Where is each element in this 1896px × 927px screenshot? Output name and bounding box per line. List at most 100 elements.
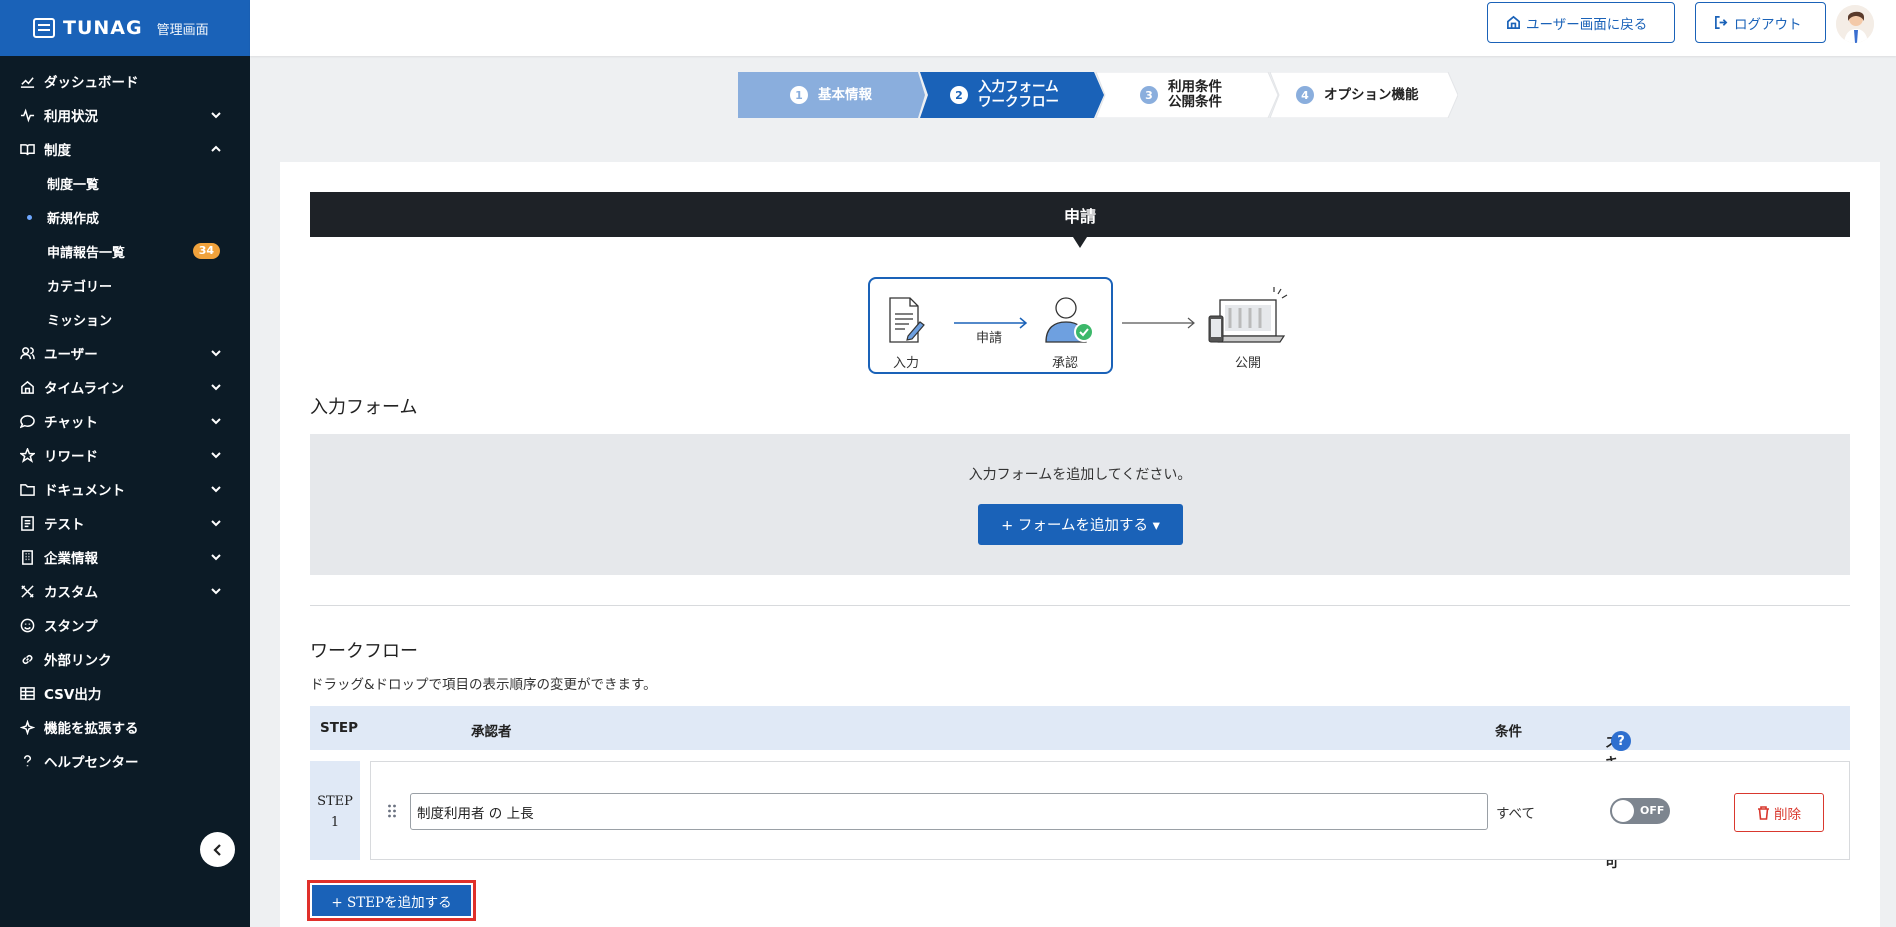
chevron-down-icon [210,483,222,495]
logout-icon [1715,16,1728,29]
count-badge: 34 [192,243,220,259]
delete-step-button[interactable]: 削除 [1734,793,1824,832]
brand-header[interactable]: TUNAG 管理画面 [0,0,250,56]
drag-handle-icon[interactable] [387,804,397,818]
brand-subtitle: 管理画面 [156,22,209,38]
step-4[interactable]: 4 オプション機能 [1296,72,1419,118]
sidebar-item-document[interactable]: ドキュメント [0,472,250,506]
sidebar-item-extend[interactable]: 機能を拡張する [0,710,250,744]
step-2[interactable]: 2 入力フォーム ワークフロー [950,72,1059,118]
step-wizard: 1 基本情報 2 入力フォーム ワークフロー 3 利用条件 公開条件 4 オプシ… [738,72,1458,118]
column-condition: 条件 [1495,724,1522,740]
sidebar-item-company[interactable]: 企業情報 [0,540,250,574]
add-step-button[interactable]: + STEPを追加する [312,885,471,916]
question-icon[interactable]: ? [1611,731,1631,751]
request-bar-pointer [1073,237,1087,248]
step-number-cell: STEP 1 [310,761,360,860]
chevron-down-icon [210,381,222,393]
sidebar-item-label: 利用状況 [44,109,98,125]
sidebar-subitem-label: カテゴリー [47,279,113,295]
input-form-area: 入力フォームを追加してください。 + フォームを追加する ▾ [310,434,1850,575]
sidebar-subitem-label: 制度一覧 [47,177,100,193]
sidebar-item-custom[interactable]: カスタム [0,574,250,608]
sidebar-subitem-reports[interactable]: 申請報告一覧 34 [0,234,250,268]
workflow-title: ワークフロー [310,641,418,662]
condition-value: すべて [1496,806,1536,822]
star-icon [19,447,35,463]
chevron-down-icon [210,347,222,359]
input-form-title: 入力フォーム [310,397,418,418]
custom-icon [19,583,35,599]
sidebar-subitem-mission[interactable]: ミッション [0,302,250,336]
step-label-line2: ワークフロー [978,94,1059,110]
flow-approve-label: 承認 [1052,356,1079,371]
sidebar-item-label: スタンプ [44,619,98,635]
building-icon [19,549,35,565]
book-icon [19,141,35,157]
sidebar-subitem-new[interactable]: 新規作成 [0,200,250,234]
home-icon [1507,15,1520,29]
sidebar-subitem-label: 新規作成 [47,211,100,227]
step-number: 3 [1140,86,1158,104]
sidebar-item-label: リワード [44,449,98,465]
step-label: オプション機能 [1324,86,1419,103]
chevron-down-icon [210,585,222,597]
step-3[interactable]: 3 利用条件 公開条件 [1140,72,1222,118]
workflow-table-header: STEP 承認者 条件 スキップの許可? [310,706,1850,871]
step-number: 2 [950,86,968,104]
sidebar-item-usage[interactable]: 利用状況 [0,98,250,132]
table-icon [19,685,35,701]
sidebar-item-label: カスタム [44,585,98,601]
sidebar-item-timeline[interactable]: タイムライン [0,370,250,404]
arrow-right-icon [1122,317,1195,329]
sidebar-item-label: ヘルプセンター [44,755,139,771]
sidebar-nav: ダッシュボード 利用状況 制度 制度一覧 新規作成 申請報告一覧 34 カテゴリ… [0,56,250,778]
sidebar-item-chat[interactable]: チャット [0,404,250,438]
column-approver: 承認者 [471,724,512,740]
sidebar-item-label: ユーザー [44,347,98,363]
chevron-down-icon [210,449,222,461]
approver-select[interactable]: 制度利用者 の 上長 [410,793,1488,830]
sidebar-item-label: ダッシュボード [44,75,139,91]
chevron-down-icon [210,109,222,121]
sidebar-collapse-button[interactable] [200,832,235,867]
input-form-message: 入力フォームを追加してください。 [968,467,1192,483]
step-1[interactable]: 1 基本情報 [790,72,872,118]
sidebar-item-stamp[interactable]: スタンプ [0,608,250,642]
sidebar-item-users[interactable]: ユーザー [0,336,250,370]
smile-icon [19,617,35,633]
chevron-up-icon [210,143,222,155]
workflow-step-row: 制度利用者 の 上長 すべて OFF 削除 [370,761,1850,860]
sidebar-item-external-link[interactable]: 外部リンク [0,642,250,676]
delete-label: 削除 [1774,806,1801,823]
flow-request-label: 申請 [976,331,1003,346]
back-to-user-screen-button[interactable]: ユーザー画面に戻る [1487,2,1675,43]
folder-icon [19,481,35,497]
approver-check-icon [1045,297,1094,343]
tunag-logo-icon [33,18,55,38]
add-form-button[interactable]: + フォームを追加する ▾ [978,504,1183,545]
skip-toggle[interactable]: OFF [1610,798,1670,824]
workflow-description: ドラッグ&ドロップで項目の表示順序の変更ができます。 [310,677,657,693]
sidebar-item-help[interactable]: ヘルプセンター [0,744,250,778]
request-section-bar: 申請 [310,192,1850,237]
document-edit-icon [889,297,925,343]
sidebar: TUNAG 管理画面 ダッシュボード 利用状況 制度 制度一覧 新規作成 申請報… [0,0,250,927]
sidebar-item-csv[interactable]: CSV出力 [0,676,250,710]
logout-button[interactable]: ログアウト [1695,2,1826,43]
sidebar-item-label: 企業情報 [44,551,98,567]
sidebar-item-label: 機能を拡張する [44,721,139,737]
step-label-line2: 公開条件 [1168,94,1222,110]
home-icon [19,379,35,395]
sidebar-subitem-category[interactable]: カテゴリー [0,268,250,302]
avatar[interactable] [1836,5,1874,43]
sidebar-subitem-system-list[interactable]: 制度一覧 [0,166,250,200]
users-icon [19,345,35,361]
link-icon [19,651,35,667]
step-number: 1 [790,86,808,104]
sidebar-item-dashboard[interactable]: ダッシュボード [0,64,250,98]
sidebar-item-reward[interactable]: リワード [0,438,250,472]
sidebar-item-system[interactable]: 制度 [0,132,250,166]
sidebar-item-test[interactable]: テスト [0,506,250,540]
top-header: ユーザー画面に戻る ログアウト [250,0,1896,56]
